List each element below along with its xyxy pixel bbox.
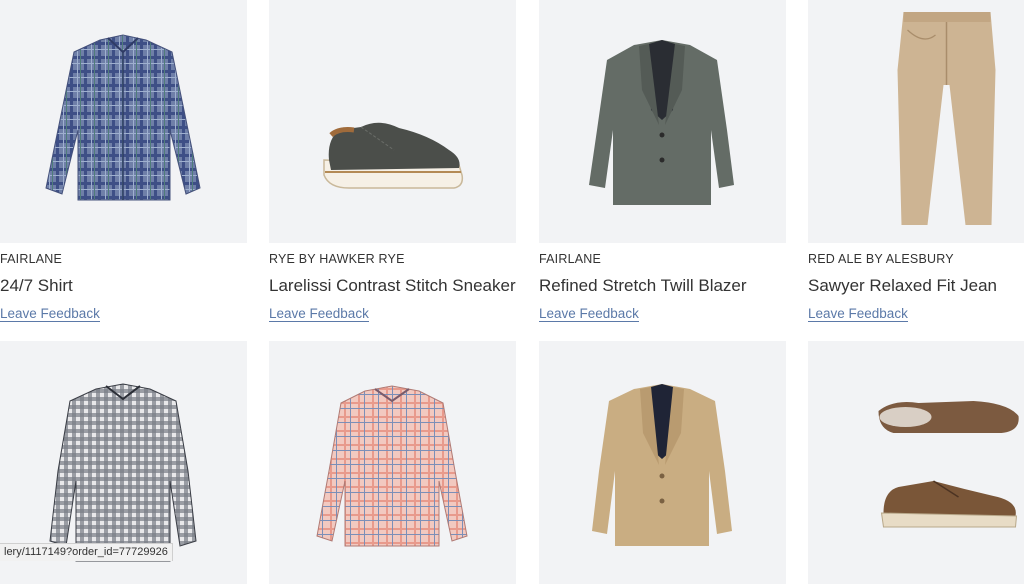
leave-feedback-link[interactable]: Leave Feedback — [0, 306, 100, 322]
product-title: Refined Stretch Twill Blazer — [539, 276, 747, 295]
product-brand: FAIRLANE — [539, 252, 602, 266]
product-brand: RED ALE BY ALESBURY — [808, 252, 954, 266]
product-image-tan-blazer[interactable] — [539, 341, 786, 584]
leave-feedback-link[interactable]: Leave Feedback — [808, 306, 908, 322]
leave-feedback-link[interactable]: Leave Feedback — [269, 306, 369, 322]
product-image-pink-plaid-shirt[interactable] — [269, 341, 516, 584]
product-title: 24/7 Shirt — [0, 276, 73, 295]
product-image-khaki-jeans[interactable] — [808, 0, 1024, 243]
product-brand: RYE BY HAWKER RYE — [269, 252, 405, 266]
leave-feedback-link[interactable]: Leave Feedback — [539, 306, 639, 322]
product-image-grey-sneaker[interactable] — [269, 0, 516, 243]
product-brand: FAIRLANE — [0, 252, 63, 266]
browser-status-bar-url: lery/1117149?order_id=77729926 — [0, 543, 173, 561]
product-image-brown-shoes[interactable] — [808, 341, 1024, 584]
product-image-grey-blazer[interactable] — [539, 0, 786, 243]
product-image-blue-plaid-shirt[interactable] — [0, 0, 247, 243]
product-title: Larelissi Contrast Stitch Sneaker — [269, 276, 516, 295]
product-title: Sawyer Relaxed Fit Jean — [808, 276, 997, 295]
